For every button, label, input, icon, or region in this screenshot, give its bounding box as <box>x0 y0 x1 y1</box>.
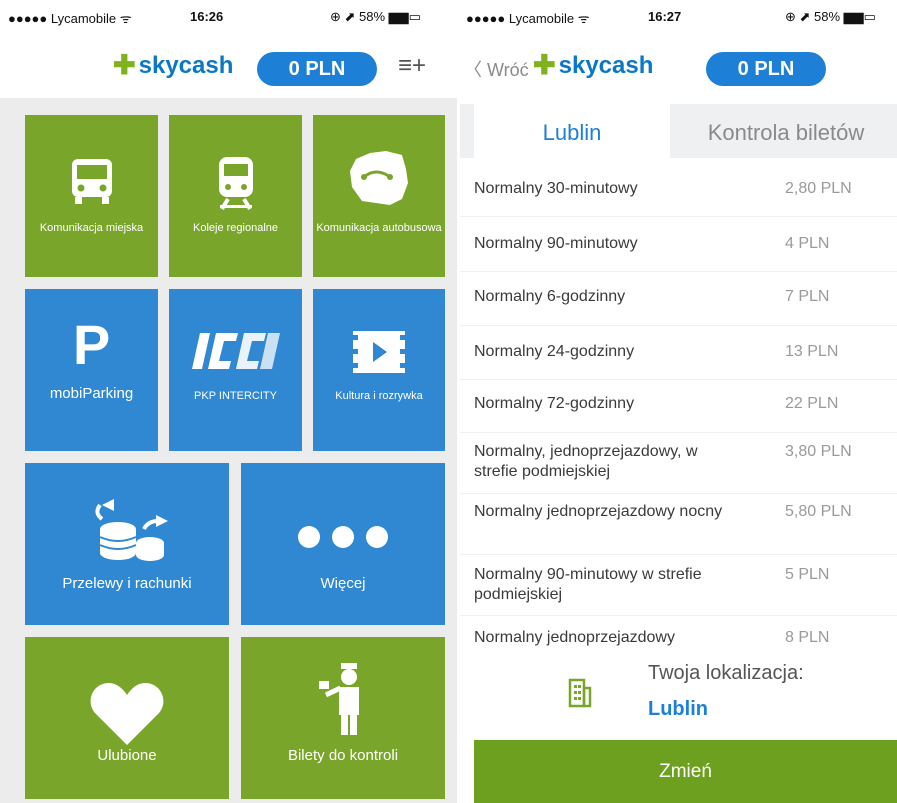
ticket-name: Normalny jednoprzejazdowy nocny <box>474 503 723 520</box>
tile-label: Przelewy i rachunki <box>62 575 192 592</box>
tile-przelewy-i-rachunki[interactable]: Przelewy i rachunki <box>25 463 229 625</box>
tile-label: Więcej <box>320 575 366 592</box>
tile-label: PKP INTERCITY <box>194 390 277 402</box>
logo-text: skycash <box>558 51 654 79</box>
ticket-name: Normalny 6-godzinny <box>474 288 626 305</box>
tab-lublin[interactable]: Lublin <box>474 104 670 158</box>
ticket-row[interactable]: Normalny 30-minutowy 2,80 PLN <box>460 164 897 217</box>
battery-indicator: ⊕ ⬈ 58% ▆▆▭ <box>785 9 876 24</box>
tile-label: mobiParking <box>49 385 134 402</box>
ticket-price: 13 PLN <box>785 343 839 360</box>
tile-komunikacja-autobusowa[interactable]: Komunikacja autobusowa <box>313 115 445 277</box>
balance-button[interactable]: 0 PLN <box>257 52 377 86</box>
film-play-icon <box>313 329 445 375</box>
intercity-logo-icon <box>169 329 302 373</box>
tile-label: Ulubione <box>97 747 157 764</box>
heart-icon <box>25 681 229 747</box>
location-label: Twoja lokalizacja: <box>648 662 804 684</box>
tile-kultura-i-rozrywka[interactable]: Kultura i rozrywka <box>313 289 445 451</box>
ticket-name: Normalny jednoprzejazdowy <box>474 629 675 646</box>
tile-label: Kultura i rozrywka <box>335 390 423 402</box>
tile-koleje-regionalne[interactable]: Koleje regionalne <box>169 115 302 277</box>
coins-transfer-icon <box>25 499 229 565</box>
tickets-screen: ●●●●● Lycamobile ᯤ 16:27 ⊕ ⬈ 58% ▆▆▭ 〈 W… <box>460 0 897 803</box>
ticket-price: 2,80 PLN <box>785 180 852 197</box>
ticket-row[interactable]: Normalny 90-minutowy w strefie podmiejsk… <box>460 555 897 616</box>
clock: 16:27 <box>648 9 682 24</box>
balance-button[interactable]: 0 PLN <box>706 52 826 86</box>
logo-star-icon: ✚ <box>533 50 556 80</box>
ticket-name: Normalny 24-godzinny <box>474 343 635 360</box>
bus-icon <box>25 155 158 207</box>
building-icon <box>568 678 592 713</box>
ticket-price: 7 PLN <box>785 288 830 305</box>
ticket-name: Normalny 30-minutowy <box>474 180 638 197</box>
ticket-price: 22 PLN <box>785 395 839 412</box>
tab-kontrola-biletow[interactable]: Kontrola biletów <box>675 104 897 158</box>
ticket-name: Normalny 90-minutowy w strefie podmiejsk… <box>474 566 702 603</box>
ticket-price: 4 PLN <box>785 235 830 252</box>
tile-bilety-do-kontroli[interactable]: Bilety do kontroli <box>241 637 445 799</box>
battery-indicator: ⊕ ⬈ 58% ▆▆▭ <box>330 9 421 24</box>
carrier-label: ●●●●● Lycamobile ᯤ <box>8 11 132 26</box>
more-dots-icon <box>241 525 445 549</box>
location-city: Lublin <box>648 698 708 720</box>
ticket-row[interactable]: Normalny 90-minutowy 4 PLN <box>460 217 897 272</box>
ticket-name: Normalny, jednoprzejazdowy, w strefie po… <box>474 443 698 480</box>
train-icon <box>169 155 302 211</box>
tab-bar: Lublin Kontrola biletów <box>460 104 897 158</box>
status-bar: ●●●●● Lycamobile ᯤ 16:26 ⊕ ⬈ 58% ▆▆▭ <box>0 0 457 34</box>
tile-mobiparking[interactable]: P mobiParking <box>25 289 158 451</box>
home-screen: ●●●●● Lycamobile ᯤ 16:26 ⊕ ⬈ 58% ▆▆▭ ✚ s… <box>0 0 457 803</box>
status-bar: ●●●●● Lycamobile ᯤ 16:27 ⊕ ⬈ 58% ▆▆▭ <box>460 0 897 34</box>
parking-icon: P <box>72 313 111 376</box>
tile-label: Komunikacja autobusowa <box>316 222 442 234</box>
location-panel: Twoja lokalizacja: Lublin <box>460 652 897 736</box>
carrier-label: ●●●●● Lycamobile ᯤ <box>466 11 590 26</box>
tile-wiecej[interactable]: Więcej <box>241 463 445 625</box>
inspector-icon <box>241 661 445 737</box>
ticket-price: 5,80 PLN <box>785 503 852 520</box>
menu-plus-icon[interactable]: ≡+ <box>398 52 426 80</box>
tile-pkp-intercity[interactable]: PKP INTERCITY <box>169 289 302 451</box>
skycash-logo: ✚ skycash <box>113 50 233 81</box>
tile-ulubione[interactable]: Ulubione <box>25 637 229 799</box>
ticket-row[interactable]: Normalny 24-godzinny 13 PLN <box>460 326 897 380</box>
tile-label: Koleje regionalne <box>192 222 278 234</box>
ticket-row[interactable]: Normalny jednoprzejazdowy 8 PLN <box>460 616 897 656</box>
ticket-price: 5 PLN <box>785 566 830 583</box>
ticket-row[interactable]: Normalny, jednoprzejazdowy, w strefie po… <box>460 433 897 494</box>
skycash-logo: ✚ skycash <box>533 50 653 81</box>
tile-label: Komunikacja miejska <box>39 222 144 234</box>
poland-map-icon <box>313 147 445 209</box>
ticket-row[interactable]: Normalny 72-godzinny 22 PLN <box>460 380 897 433</box>
ticket-row[interactable]: Normalny jednoprzejazdowy nocny 5,80 PLN <box>460 494 897 555</box>
change-location-button[interactable]: Zmień <box>474 740 897 803</box>
ticket-name: Normalny 90-minutowy <box>474 235 638 252</box>
clock: 16:26 <box>190 9 224 24</box>
logo-text: skycash <box>138 51 234 79</box>
logo-star-icon: ✚ <box>113 50 136 80</box>
ticket-row[interactable]: Normalny 6-godzinny 7 PLN <box>460 272 897 326</box>
back-button[interactable]: 〈 Wróć <box>464 56 529 82</box>
tile-komunikacja-miejska[interactable]: Komunikacja miejska <box>25 115 158 277</box>
ticket-name: Normalny 72-godzinny <box>474 395 635 412</box>
ticket-price: 8 PLN <box>785 629 830 646</box>
tile-label: Bilety do kontroli <box>287 747 399 764</box>
ticket-price: 3,80 PLN <box>785 443 852 460</box>
